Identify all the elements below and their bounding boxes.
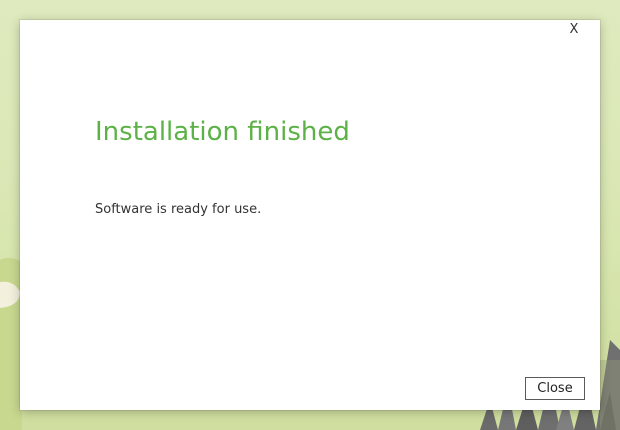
close-button[interactable]: Close <box>525 377 585 400</box>
installer-dialog: X Installation finished Software is read… <box>20 20 600 410</box>
dialog-title: Installation finished <box>95 117 350 147</box>
status-message: Software is ready for use. <box>95 202 262 217</box>
close-icon[interactable]: X <box>567 23 581 37</box>
